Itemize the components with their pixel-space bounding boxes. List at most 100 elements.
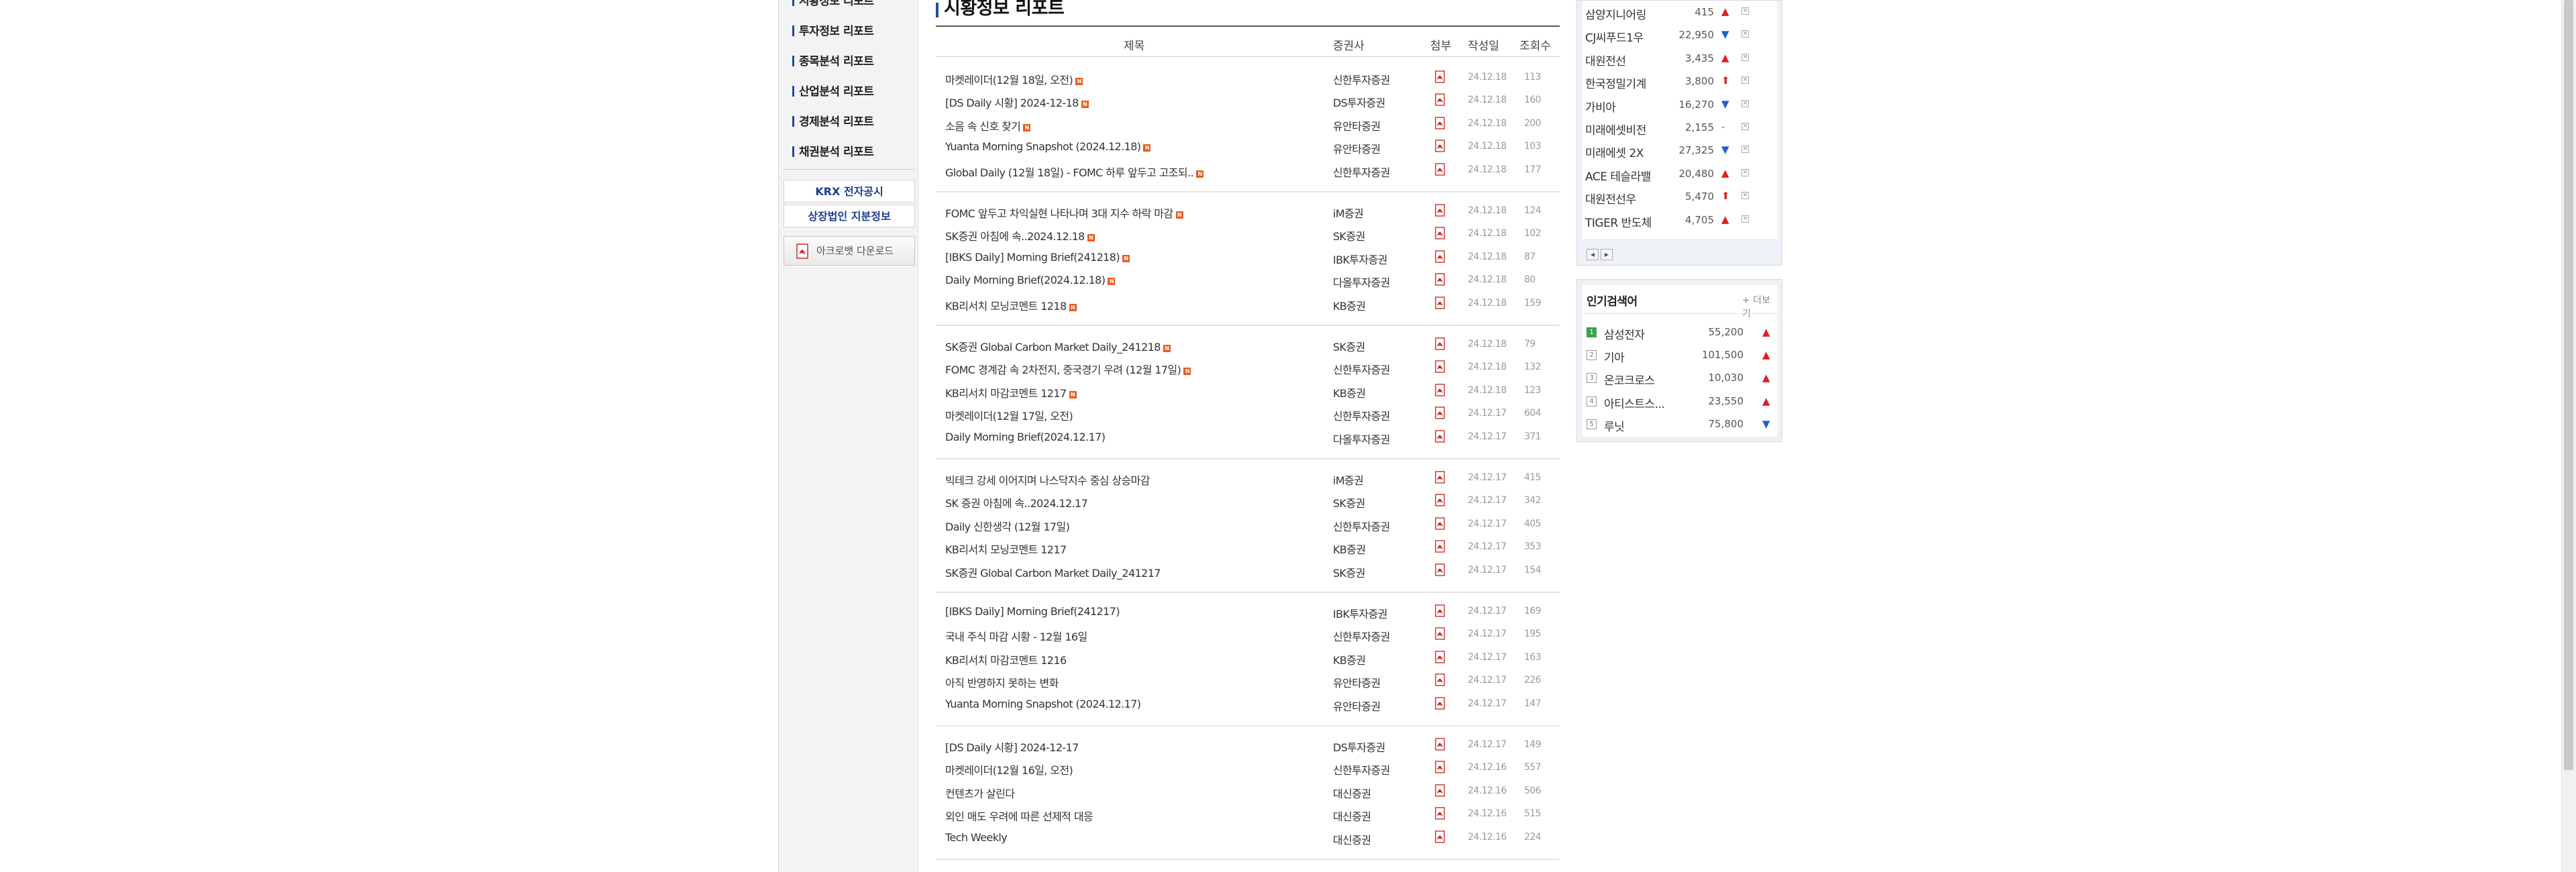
report-title-link[interactable]: SK 증권 아침에 속..2024.12.17 [945,494,1088,510]
remove-stock-icon[interactable]: × [1741,146,1749,154]
report-title-link[interactable]: [IBKS Daily] Morning Brief(241218) N [945,251,1130,264]
report-title-link[interactable]: Daily Morning Brief(2024.12.17) [945,431,1106,443]
stock-row[interactable]: 대원전선우 5,470 ⬆ × [1582,186,1777,209]
stock-row[interactable]: ACE 테슬라밸 20,480 ▲ × [1582,163,1777,186]
pdf-attachment-icon[interactable] [1434,93,1447,109]
nav-investment-report[interactable]: 투자정보 리포트 [792,17,874,46]
nav-bond-report[interactable]: 채권분석 리포트 [792,138,874,167]
report-title-link[interactable]: KB리서치 마감코멘트 1217 N [945,384,1077,400]
pdf-attachment-icon[interactable] [1434,627,1447,643]
shareholding-info-link[interactable]: 상장법인 지분정보 [784,205,915,227]
pdf-attachment-icon[interactable] [1434,517,1447,533]
pdf-attachment-icon[interactable] [1434,471,1447,487]
nav-economy-report[interactable]: 경제분석 리포트 [792,107,874,137]
report-title-link[interactable]: Tech Weekly [945,831,1008,844]
report-title-link[interactable]: SK증권 Global Carbon Market Daily_241217 [945,564,1161,580]
pdf-attachment-icon[interactable] [1434,384,1447,400]
report-title-link[interactable]: 컨텐츠가 살린다 [945,785,1015,801]
report-title-link[interactable]: KB리서치 마감코멘트 1216 [945,651,1067,667]
stock-row[interactable]: 미래에셋 2X 27,325 ▼ × [1582,140,1777,162]
pdf-attachment-icon[interactable] [1434,761,1447,777]
stock-row[interactable]: 대원전선 3,435 ▲ × [1582,48,1777,70]
nav-industry-report[interactable]: 산업분석 리포트 [792,77,874,107]
report-title-link[interactable]: Global Daily (12월 18일) - FOMC 하루 앞두고 고조되… [945,164,1204,180]
remove-stock-icon[interactable]: × [1741,215,1749,223]
more-link[interactable]: + 더보기 [1742,293,1777,320]
pdf-attachment-icon[interactable] [1434,70,1447,87]
stock-row[interactable]: 가비아 16,270 ▼ × [1582,94,1777,117]
pdf-attachment-icon[interactable] [1434,738,1447,754]
table-row: SK 증권 아침에 속..2024.12.17 SK증권 24.12.17 342 [936,490,1560,512]
remove-stock-icon[interactable]: × [1741,30,1749,38]
prev-page-button[interactable]: ◀ [1587,249,1599,260]
pdf-attachment-icon[interactable] [1434,140,1447,156]
pdf-attachment-icon[interactable] [1434,784,1447,800]
remove-stock-icon[interactable]: × [1741,168,1749,176]
nav-stock-report[interactable]: 종목분석 리포트 [792,47,874,76]
next-page-button[interactable]: ▶ [1601,249,1613,260]
pdf-attachment-icon[interactable] [1434,429,1447,446]
stock-name: 한국정밀기계 [1585,78,1646,92]
remove-stock-icon[interactable]: × [1741,53,1749,61]
pdf-attachment-icon[interactable] [1434,204,1447,220]
report-title-link[interactable]: Yuanta Morning Snapshot (2024.12.18) N [945,140,1151,153]
pdf-attachment-icon[interactable] [1434,673,1447,690]
nav-market-report[interactable]: 시황정보 리포트 [792,0,874,16]
report-title-link[interactable]: 국내 주식 마감 시황 - 12월 16일 [945,628,1087,644]
pdf-attachment-icon[interactable] [1434,273,1447,289]
report-title-link[interactable]: Yuanta Morning Snapshot (2024.12.17) [945,698,1141,710]
pdf-attachment-icon[interactable] [1434,117,1447,133]
remove-stock-icon[interactable]: × [1741,192,1749,200]
pdf-attachment-icon[interactable] [1434,296,1447,313]
pdf-attachment-icon[interactable] [1434,250,1447,266]
popular-search-item[interactable]: 5 루닛 75,800 ▼ [1582,412,1777,435]
remove-stock-icon[interactable]: × [1741,76,1749,85]
report-title-link[interactable]: 마켓레이더(12월 18일, 오전) N [945,71,1083,87]
popular-search-item[interactable]: 2 기아 101,500 ▲ [1582,343,1777,366]
pdf-attachment-icon[interactable] [1434,696,1447,713]
report-title-link[interactable]: KB리서치 모닝코멘트 1218 N [945,297,1077,313]
stock-row[interactable]: 미래에셋비전 2,155- × [1582,117,1777,140]
report-title-link[interactable]: Daily Morning Brief(2024.12.18) N [945,274,1116,286]
pdf-attachment-icon[interactable] [1434,604,1447,620]
pdf-attachment-icon[interactable] [1434,494,1447,510]
popular-search-item[interactable]: 1 삼성전자 55,200 ▲ [1582,320,1777,343]
scrollbar-thumb[interactable] [2564,0,2573,770]
report-title-link[interactable]: 빅테크 강세 이어지며 나스닥지수 중심 상승마감 [945,472,1150,488]
report-title-link[interactable]: Daily 신한생각 (12월 17일) [945,518,1070,534]
pdf-attachment-icon[interactable] [1434,807,1447,823]
pdf-attachment-icon[interactable] [1434,830,1447,847]
report-title-link[interactable]: KB리서치 모닝코멘트 1217 [945,541,1067,557]
pdf-attachment-icon[interactable] [1434,162,1447,179]
report-title-link[interactable]: 마켓레이더(12월 16일, 오전) [945,761,1073,777]
report-title-link[interactable]: 아직 반영하지 못하는 변화 [945,674,1059,690]
stock-row[interactable]: TIGER 반도체 4,705 ▲ × [1582,209,1777,232]
report-title-link[interactable]: 외인 매도 우려에 따른 선제적 대응 [945,808,1093,824]
stock-row[interactable]: CJ씨푸드1우 22,950 ▼ × [1582,24,1777,47]
report-title-link[interactable]: [DS Daily 시황] 2024-12-18 N [945,94,1089,110]
popular-search-item[interactable]: 3 온코크로스 10,030 ▲ [1582,366,1777,388]
remove-stock-icon[interactable]: × [1741,99,1749,107]
report-title-link[interactable]: FOMC 앞두고 차익실현 나타나며 3대 지수 하락 마감 N [945,205,1183,221]
report-title-link[interactable]: SK증권 아침에 속..2024.12.18 N [945,227,1095,243]
pdf-attachment-icon[interactable] [1434,337,1447,353]
report-title-link[interactable]: SK증권 Global Carbon Market Daily_241218 N [945,338,1171,354]
report-title-link[interactable]: [IBKS Daily] Morning Brief(241217) [945,605,1120,618]
krx-disclosure-link[interactable]: KRX 전자공시 [784,180,915,203]
pdf-attachment-icon[interactable] [1434,563,1447,580]
stock-row[interactable]: 한국정밀기계 3,800 ⬆ × [1582,70,1777,93]
stock-row[interactable]: 삼양지니어링 415 ▲ × [1582,1,1777,24]
report-title-link[interactable]: 소음 속 신호 찾기 N [945,117,1031,133]
acrobat-download-button[interactable]: 아크로뱃 다운로드 [784,236,915,266]
remove-stock-icon[interactable]: × [1741,123,1749,130]
remove-stock-icon[interactable]: × [1741,7,1749,15]
report-title-link[interactable]: 마켓레이더(12월 17일, 오전) [945,407,1073,423]
popular-search-item[interactable]: 4 아티스트스... 23,550 ▲ [1582,389,1777,412]
pdf-attachment-icon[interactable] [1434,540,1447,556]
pdf-attachment-icon[interactable] [1434,651,1447,667]
pdf-attachment-icon[interactable] [1434,406,1447,423]
pdf-attachment-icon[interactable] [1434,227,1447,243]
report-title-link[interactable]: FOMC 경계감 속 2차전지, 중국경기 우려 (12월 17일) N [945,361,1191,377]
report-title-link[interactable]: [DS Daily 시황] 2024-12-17 [945,739,1079,755]
pdf-attachment-icon[interactable] [1434,360,1447,376]
